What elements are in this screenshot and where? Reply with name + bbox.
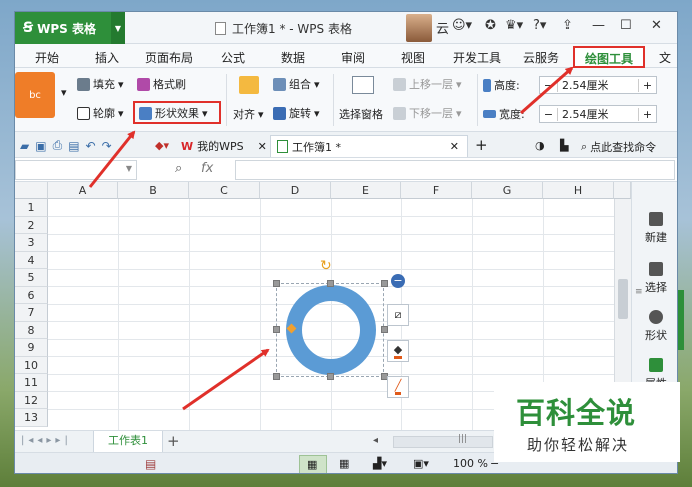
watermark-subtitle: 助你轻松解决 — [527, 436, 630, 454]
arrow-to-shape-effects — [88, 130, 136, 188]
arrow-to-shape — [182, 348, 270, 411]
side-edge-tab[interactable] — [678, 290, 684, 350]
watermark: 百科全说 助你轻松解决 — [494, 382, 680, 462]
watermark-title: 百科全说 — [516, 396, 637, 430]
arrow-to-drawing-tools — [520, 66, 574, 115]
